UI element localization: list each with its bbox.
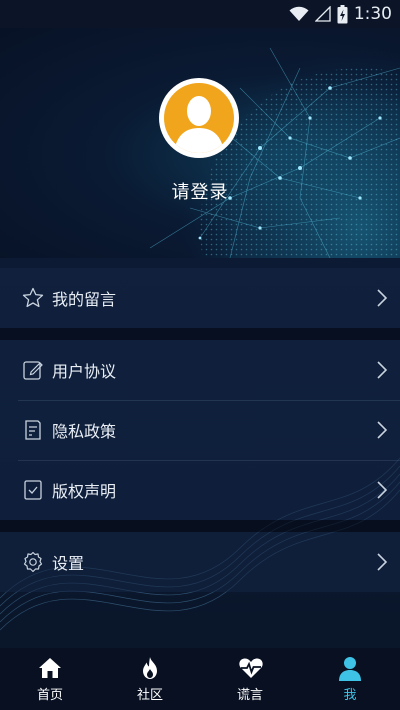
bottom-tab-bar: 首页 社区 谎言 我	[0, 648, 400, 710]
battery-charging-icon	[337, 4, 348, 23]
tab-me[interactable]: 我	[300, 648, 400, 710]
tab-label: 首页	[36, 688, 63, 703]
user-icon	[339, 657, 361, 681]
chevron-right-icon	[377, 289, 388, 307]
avatar[interactable]	[159, 78, 239, 158]
menu-item-label: 我的留言	[52, 290, 117, 309]
tab-label: 谎言	[236, 688, 263, 703]
tab-home[interactable]: 首页	[0, 648, 100, 710]
menu-item-label: 版权声明	[52, 482, 117, 501]
menu-group-3: 设置	[0, 532, 400, 592]
home-icon	[39, 658, 61, 678]
tab-label: 社区	[136, 688, 163, 703]
bookmark-icon	[24, 480, 42, 500]
menu-item-label: 隐私政策	[52, 422, 117, 441]
group-separator	[0, 520, 400, 532]
chevron-right-icon	[377, 481, 388, 499]
tab-community[interactable]: 社区	[100, 648, 200, 710]
menu-item-my-messages[interactable]: 我的留言	[0, 268, 400, 328]
menu-item-label: 设置	[52, 554, 85, 573]
edit-icon	[23, 361, 43, 380]
chevron-right-icon	[377, 421, 388, 439]
default-user-avatar	[164, 83, 234, 153]
menu-item-label: 用户协议	[52, 362, 117, 381]
login-prompt[interactable]: 请登录	[0, 178, 400, 204]
signal-icon	[314, 6, 331, 22]
profile-header: 请登录	[0, 28, 400, 258]
menu-list: 我的留言 用户协议 隐私政策 版权声明 设置	[0, 258, 400, 648]
star-icon	[22, 287, 44, 308]
tab-rumors[interactable]: 谎言	[200, 648, 300, 710]
status-bar: 1:30	[0, 0, 400, 28]
menu-item-copyright-notice[interactable]: 版权声明	[0, 460, 400, 520]
menu-item-user-agreement[interactable]: 用户协议	[0, 340, 400, 400]
menu-item-settings[interactable]: 设置	[0, 532, 400, 592]
document-icon	[25, 420, 41, 440]
wifi-icon	[289, 6, 309, 21]
heartbeat-icon	[239, 658, 263, 678]
menu-group-2: 用户协议 隐私政策 版权声明	[0, 340, 400, 520]
menu-group-1: 我的留言	[0, 268, 400, 328]
group-separator	[0, 328, 400, 340]
gear-icon	[23, 551, 43, 573]
status-time: 1:30	[353, 4, 392, 24]
tab-label: 我	[343, 688, 357, 703]
flame-icon	[143, 657, 157, 679]
chevron-right-icon	[377, 361, 388, 379]
chevron-right-icon	[377, 553, 388, 571]
menu-item-privacy-policy[interactable]: 隐私政策	[0, 400, 400, 460]
